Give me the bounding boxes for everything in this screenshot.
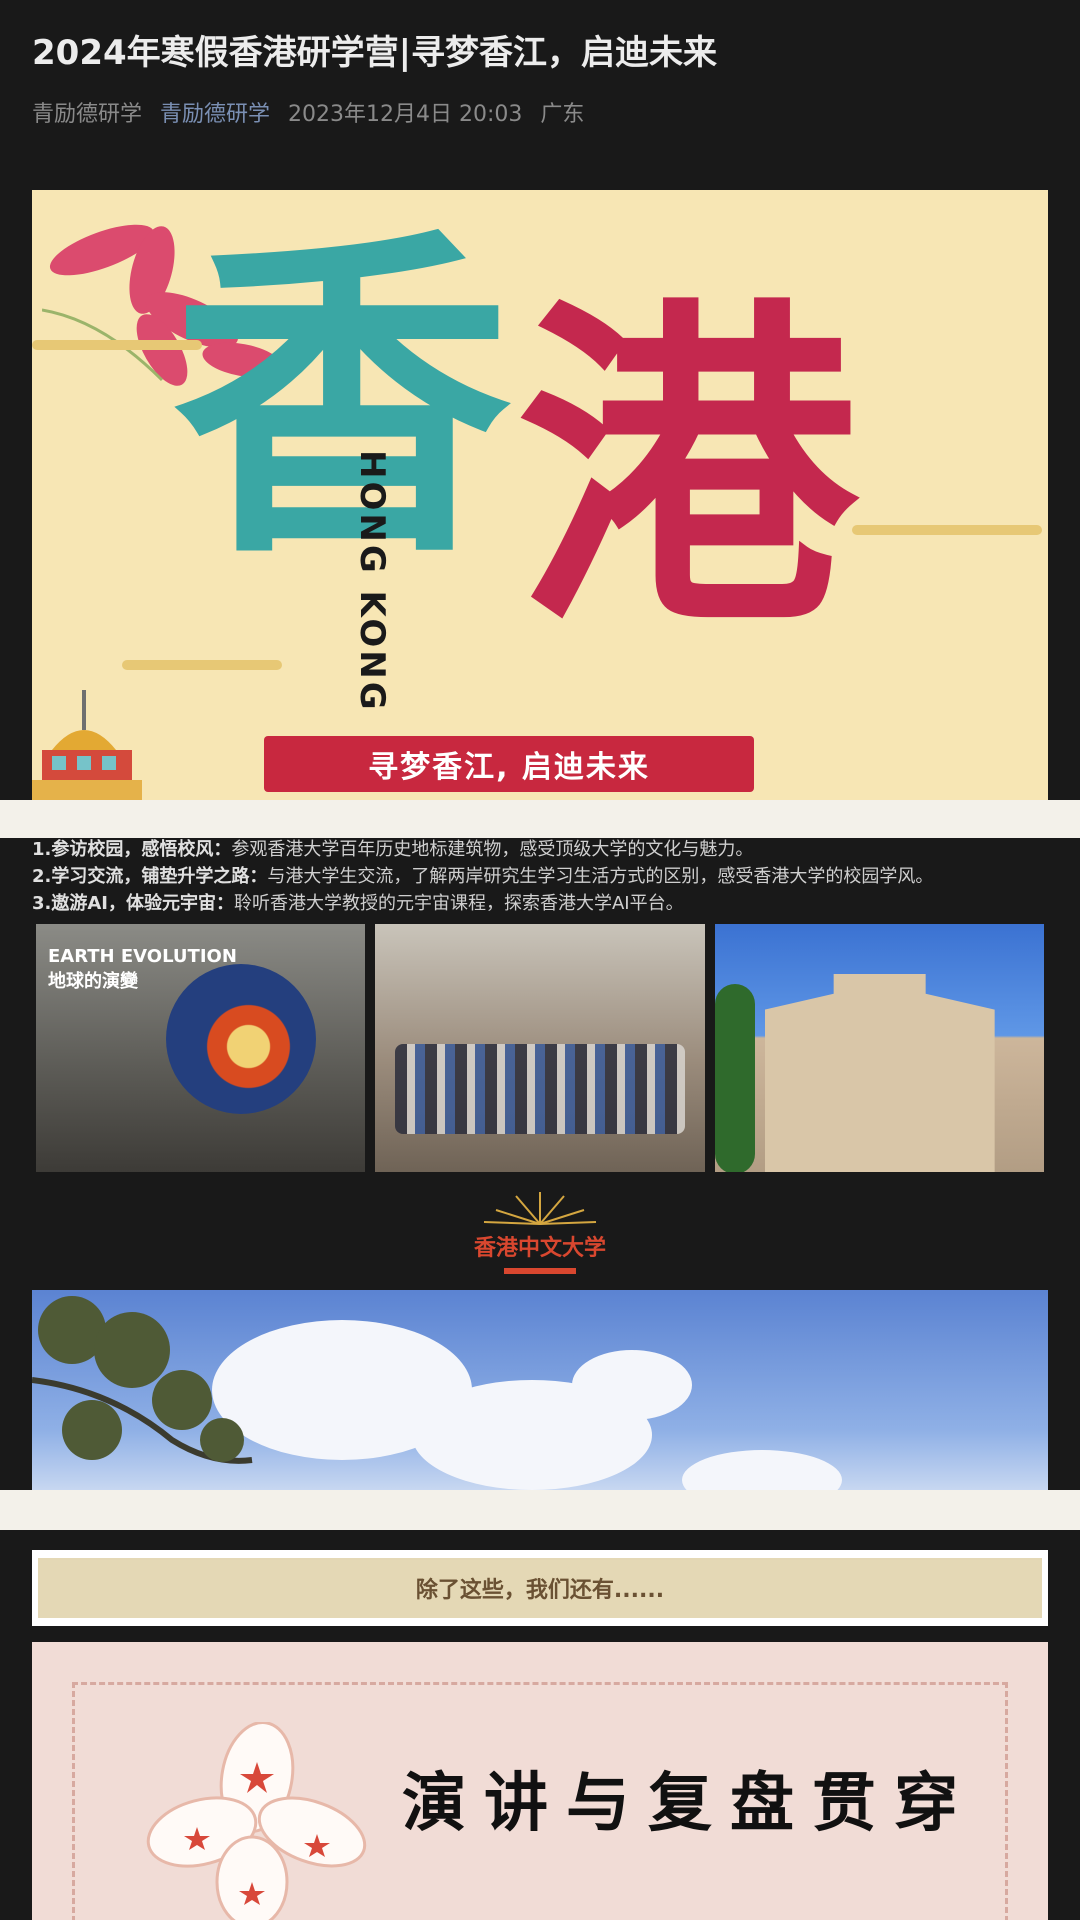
list-item-label: 3.遨游AI，体验元宇宙： (32, 893, 234, 914)
list-item-label: 2.学习交流，铺垫升学之路： (32, 866, 268, 887)
historic-building (764, 974, 995, 1172)
decorative-swirl (852, 525, 1042, 535)
fireworks-icon (483, 1192, 597, 1225)
photo-earth-exhibit[interactable]: EARTH EVOLUTION 地球的演變 (36, 924, 366, 1172)
earth-globe-model (166, 964, 316, 1114)
author-name: 青励德研学 (32, 102, 143, 127)
list-item-text: 参观香港大学百年历史地标建筑物，感受顶级大学的文化与魅力。 (231, 839, 754, 860)
section-title: 香港中文大学 (473, 1236, 606, 1261)
paper-banner-text: 除了这些，我们还有...... (38, 1558, 1042, 1618)
photo-group[interactable] (375, 924, 705, 1172)
publish-location: 广东 (540, 102, 585, 127)
list-item: 2.学习交流，铺垫升学之路：与港大学生交流，了解两岸研究生学习生活方式的区别，感… (32, 863, 1048, 890)
tree-branch (32, 1296, 253, 1464)
hero-english-label: HONG KONG (352, 450, 392, 713)
hero-banner-image[interactable]: 香 港 HONG KONG 寻梦香江, 启迪未来 (32, 190, 1048, 800)
article-meta: 青励德研学 青励德研学 2023年12月4日 20:03 广东 (32, 96, 584, 128)
highlights-list: 1.参访校园，感悟校风：参观香港大学百年历史地标建筑物，感受顶级大学的文化与魅力… (32, 836, 1048, 917)
section-title-underline (504, 1268, 576, 1274)
bauhinia-flower-icon (146, 1722, 367, 1920)
list-item-label: 1.参访校园，感悟校风： (32, 839, 232, 860)
divider-band (0, 800, 1080, 838)
photo-university-building[interactable] (714, 924, 1044, 1172)
speech-poster-image[interactable]: 演讲与复盘贯穿 (32, 1642, 1048, 1920)
list-item: 3.遨游AI，体验元宇宙：聆听香港大学教授的元宇宙课程，探索香港大学AI平台。 (32, 890, 1048, 917)
list-item-text: 与港大学生交流，了解两岸研究生学习生活方式的区别，感受香港大学的校园学风。 (267, 866, 934, 887)
cloud (572, 1350, 692, 1420)
decorative-swirl (122, 660, 282, 670)
hero-char-gang: 港 (517, 270, 857, 669)
list-item-text: 聆听香港大学教授的元宇宙课程，探索香港大学AI平台。 (234, 893, 684, 914)
divider-band (0, 1490, 1080, 1530)
poster-headline: 演讲与复盘贯穿 (402, 1766, 976, 1841)
paper-banner: 除了这些，我们还有...... (32, 1550, 1048, 1626)
publish-date: 2023年12月4日 20:03 (288, 102, 523, 127)
article-title: 2024年寒假香港研学营|寻梦香江，启迪未来 (32, 33, 718, 73)
hero-slogan-ribbon: 寻梦香江, 启迪未来 (264, 736, 754, 792)
cloud (682, 1450, 842, 1490)
account-link[interactable]: 青励德研学 (160, 96, 270, 128)
tree (714, 984, 755, 1172)
hero-char-xiang: 香 (172, 200, 512, 599)
campus-sky-image[interactable] (32, 1290, 1048, 1490)
list-item: 1.参访校园，感悟校风：参观香港大学百年历史地标建筑物，感受顶级大学的文化与魅力… (32, 836, 1048, 863)
group-of-students (395, 1044, 685, 1134)
photo-row: EARTH EVOLUTION 地球的演變 (36, 924, 1044, 1172)
clock-tower-icon (32, 690, 142, 800)
article-page: 2024年寒假香港研学营|寻梦香江，启迪未来 青励德研学 青励德研学 2023年… (0, 0, 1080, 1920)
